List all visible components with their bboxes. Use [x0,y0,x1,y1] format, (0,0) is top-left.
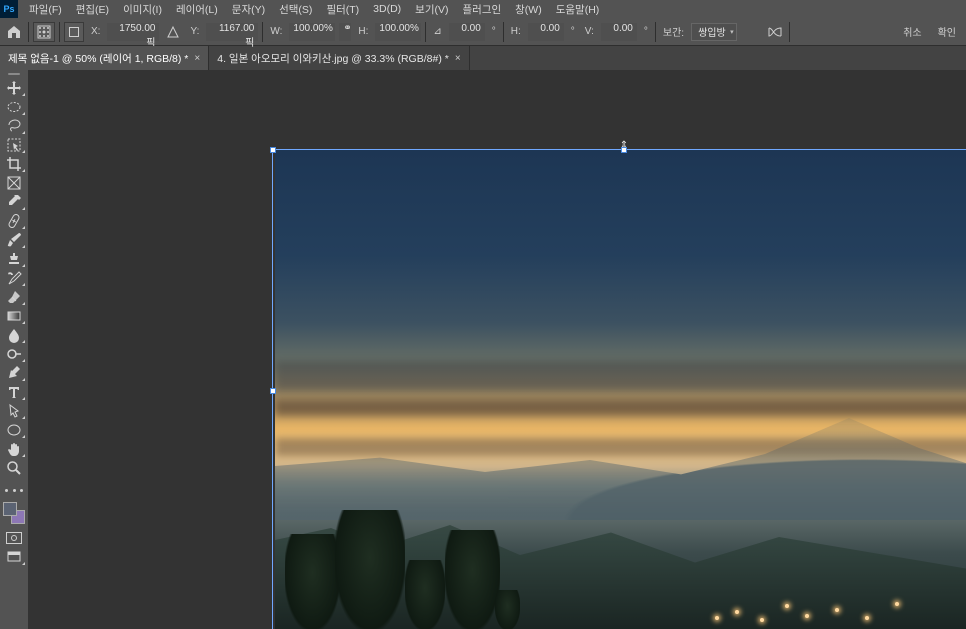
artwork-layer [275,150,966,629]
menu-file[interactable]: 파일(F) [22,0,69,19]
shape-tool[interactable] [2,420,26,439]
angle-unit: ° [489,26,499,37]
separator [655,22,656,42]
interpolation-select[interactable]: 쌍입방 [691,23,737,41]
gradient-tool[interactable] [2,306,26,325]
canvas-area[interactable]: ⇕ [28,70,966,629]
w-field[interactable]: 100.00% [289,23,335,41]
document-tab-active[interactable]: 제목 없음-1 @ 50% (레이어 1, RGB/8) * × [0,46,209,70]
angle-label: ⊿ [430,26,444,37]
marquee-tool[interactable] [2,97,26,116]
object-selection-tool[interactable] [2,135,26,154]
vskew-field[interactable]: 0.00 [601,23,637,41]
h-field[interactable]: 100.00% [375,23,421,41]
pen-tool[interactable] [2,363,26,382]
separator [789,22,790,42]
menu-edit[interactable]: 편집(E) [69,0,116,19]
separator [262,22,263,42]
menu-help[interactable]: 도움말(H) [549,0,607,19]
clone-stamp-tool[interactable] [2,249,26,268]
menu-plugin[interactable]: 플러그인 [456,0,509,19]
w-label: W: [267,26,285,37]
edit-toolbar[interactable] [2,481,26,500]
confirm-button[interactable]: 확인 [932,22,962,41]
menu-window[interactable]: 창(W) [508,0,549,19]
separator [503,22,504,42]
close-icon[interactable]: × [194,53,200,64]
menu-select[interactable]: 선택(S) [272,0,319,19]
y-field[interactable]: 1167.00 픽 [206,23,258,41]
menu-view[interactable]: 보기(V) [408,0,455,19]
separator [28,22,29,42]
menu-layer[interactable]: 레이어(L) [169,0,225,19]
menu-bar: Ps 파일(F) 편집(E) 이미지(I) 레이어(L) 문자(Y) 선택(S)… [0,0,966,18]
menu-3d[interactable]: 3D(D) [366,1,408,17]
home-icon[interactable] [4,22,24,42]
healing-brush-tool[interactable] [2,211,26,230]
lasso-tool[interactable] [2,116,26,135]
relative-toggle[interactable] [64,22,84,42]
brush-tool[interactable] [2,230,26,249]
document-tab-inactive[interactable]: 4. 일본 아오모리 이와키산.jpg @ 33.3% (RGB/8#) * × [209,46,469,70]
zoom-tool[interactable] [2,458,26,477]
quick-mask-toggle[interactable] [2,528,26,547]
app-logo: Ps [0,0,18,18]
close-icon[interactable]: × [455,53,461,64]
crop-tool[interactable] [2,154,26,173]
vskew-unit: ° [641,26,651,37]
cancel-button[interactable]: 취소 [897,22,927,41]
warp-icon[interactable] [765,23,785,41]
hskew-field[interactable]: 0.00 [528,23,564,41]
angle-field[interactable]: 0.00 [449,23,485,41]
foreground-color-swatch[interactable] [3,502,17,516]
options-bar: X: 1750.00 픽 Y: 1167.00 픽 W: 100.00% ⚭ H… [0,18,966,46]
workspace: ⇕ [0,70,966,629]
link-icon[interactable]: ⚭ [339,23,351,41]
separator [425,22,426,42]
hskew-label: H: [508,26,524,37]
eraser-tool[interactable] [2,287,26,306]
x-label: X: [88,26,103,37]
vskew-label: V: [582,26,597,37]
tools-grip[interactable] [5,72,23,76]
y-label: Y: [187,26,202,37]
menu-filter[interactable]: 필터(T) [319,0,366,19]
tools-panel [0,70,28,629]
tab-title: 제목 없음-1 @ 50% (레이어 1, RGB/8) * [8,51,188,66]
hand-tool[interactable] [2,439,26,458]
interpolation-label: 보간: [660,24,687,39]
h-label: H: [355,26,371,37]
frame-tool[interactable] [2,173,26,192]
move-tool[interactable] [2,78,26,97]
menu-image[interactable]: 이미지(I) [116,0,169,19]
tab-title: 4. 일본 아오모리 이와키산.jpg @ 33.3% (RGB/8#) * [217,51,449,66]
interpolation-value: 쌍입방 [698,24,726,39]
eyedropper-tool[interactable] [2,192,26,211]
type-tool[interactable] [2,382,26,401]
dodge-tool[interactable] [2,344,26,363]
color-swatches[interactable] [3,502,25,524]
separator [59,22,60,42]
document-tab-bar: 제목 없음-1 @ 50% (레이어 1, RGB/8) * × 4. 일본 아… [0,46,966,70]
reference-point-locator[interactable] [33,22,55,42]
x-field[interactable]: 1750.00 픽 [107,23,159,41]
path-selection-tool[interactable] [2,401,26,420]
hskew-unit: ° [568,26,578,37]
screen-mode-toggle[interactable] [2,547,26,566]
delta-icon[interactable] [163,23,183,41]
history-brush-tool[interactable] [2,268,26,287]
menu-type[interactable]: 문자(Y) [225,0,272,19]
blur-tool[interactable] [2,325,26,344]
